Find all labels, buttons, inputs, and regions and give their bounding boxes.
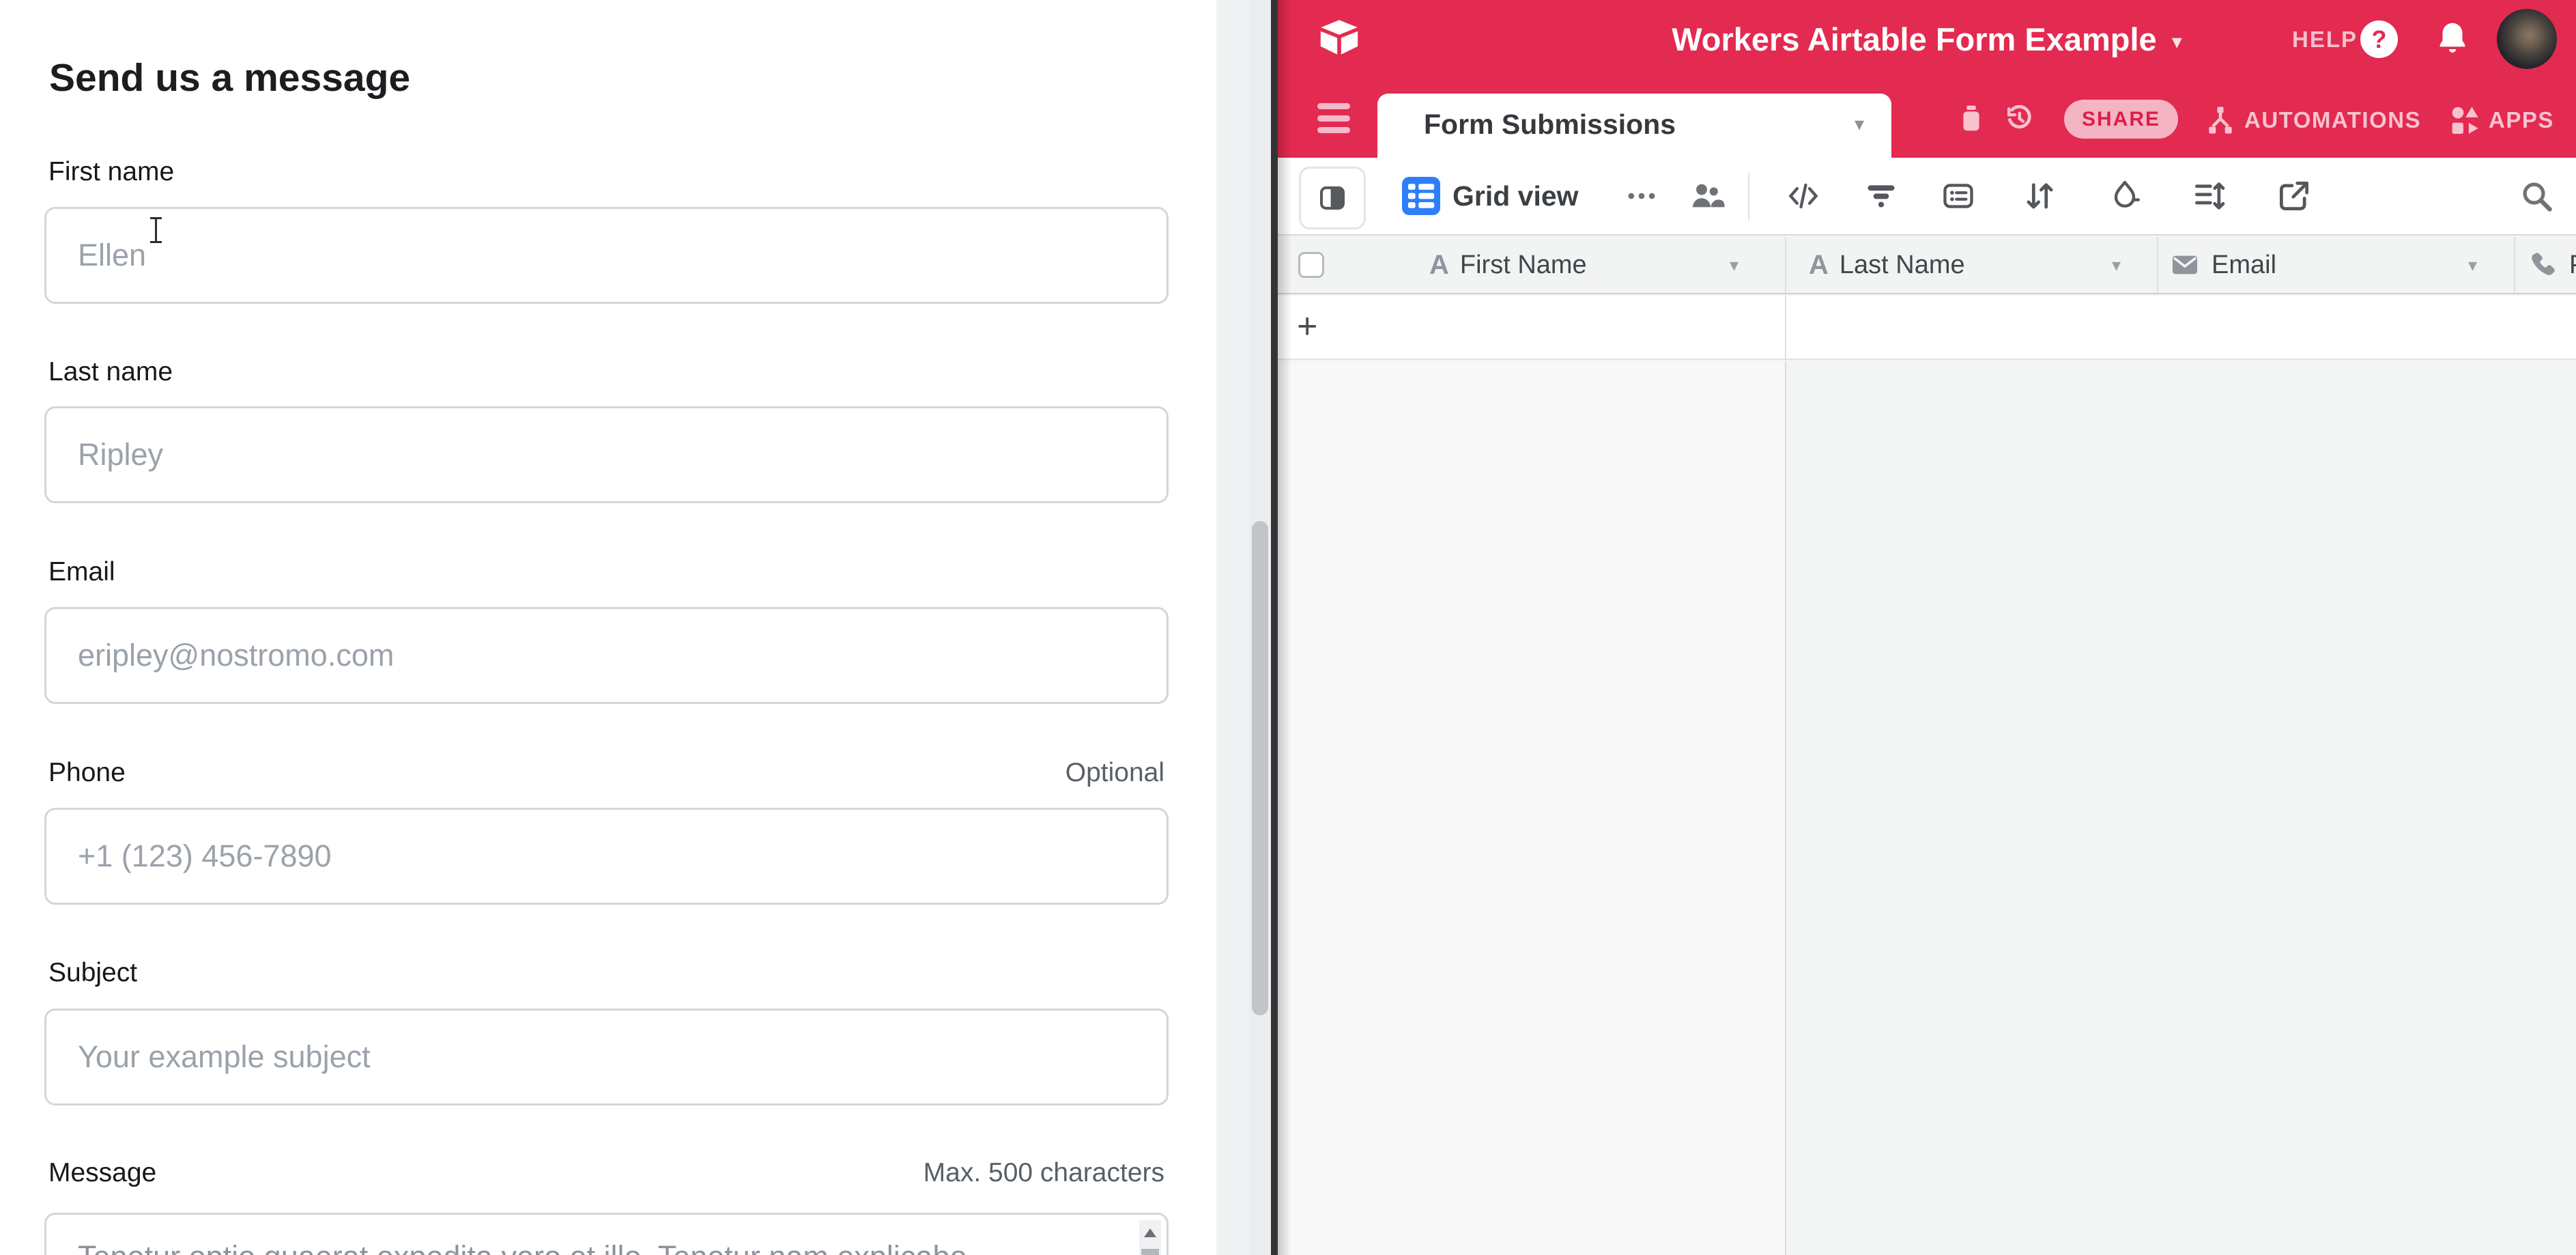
history-icon[interactable]: [2003, 102, 2035, 135]
tables-menu-icon[interactable]: [1317, 103, 1350, 133]
first-name-label-row: First name: [44, 156, 1169, 188]
automations-icon: [2203, 103, 2237, 137]
column-header-email[interactable]: Email: [2169, 237, 2276, 293]
first-name-input[interactable]: [44, 207, 1169, 304]
user-avatar[interactable]: [2497, 9, 2557, 69]
window-divider: [1271, 0, 1278, 1255]
column-divider[interactable]: [2514, 237, 2515, 293]
notifications-bell-icon[interactable]: [2433, 18, 2472, 58]
scroll-up-arrow-icon[interactable]: [1144, 1228, 1156, 1237]
automations-button[interactable]: AUTOMATIONS: [2203, 103, 2421, 137]
phone-label-row: Phone Optional: [44, 757, 1169, 789]
primary-column-background: [1278, 361, 1785, 1255]
last-name-label-row: Last name: [44, 356, 1169, 389]
text-field-icon: A: [1429, 250, 1449, 281]
select-all-checkbox[interactable]: [1298, 252, 1324, 278]
message-textarea[interactable]: Tenetur optio quaerat expedita vero et i…: [44, 1213, 1169, 1255]
chevron-down-icon[interactable]: ▾: [2112, 237, 2121, 293]
toolbar-divider: [1748, 173, 1749, 221]
phone-field-icon: [2527, 249, 2558, 281]
table-tab-bar: Form Submissions ▾ SHARE AUTO: [1278, 79, 2576, 158]
column-divider: [1785, 296, 1786, 358]
message-label: Message: [48, 1157, 156, 1189]
color-icon[interactable]: [2107, 178, 2143, 214]
sort-icon[interactable]: [2022, 178, 2057, 214]
apps-button[interactable]: APPS: [2448, 103, 2554, 137]
contact-form-pane: Send us a message First name Last name E…: [0, 0, 1271, 1255]
message-maxchars-note: Max. 500 characters: [924, 1157, 1164, 1189]
form-title: Send us a message: [49, 55, 410, 101]
page-scroll-gutter: [1216, 0, 1249, 1255]
column-header-last-name[interactable]: A Last Name: [1809, 237, 1965, 293]
help-question-icon[interactable]: ?: [2360, 20, 2398, 58]
table-tab-label: Form Submissions: [1424, 94, 1676, 155]
text-field-icon: A: [1809, 250, 1829, 281]
email-field-icon: [2169, 249, 2201, 281]
chevron-down-icon[interactable]: ▾: [1855, 94, 1864, 155]
first-name-label: First name: [48, 156, 174, 188]
chevron-down-icon[interactable]: ▾: [2468, 237, 2477, 293]
screen: Send us a message First name Last name E…: [0, 0, 2576, 1255]
add-record-plus-icon[interactable]: +: [1297, 296, 1317, 357]
chevron-down-icon[interactable]: ▾: [1730, 237, 1738, 293]
grid-view-icon[interactable]: [1402, 177, 1440, 215]
apps-label: APPS: [2489, 107, 2554, 133]
base-title: Workers Airtable Form Example: [1672, 20, 2156, 58]
airtable-topbar: Workers Airtable Form Example ▾ HELP ?: [1278, 0, 2576, 79]
column-divider: [1785, 361, 1786, 1255]
subject-label: Subject: [48, 957, 137, 989]
filter-icon[interactable]: [1863, 178, 1899, 214]
message-text: Tenetur optio quaerat expedita vero et i…: [78, 1239, 967, 1255]
textarea-scrollbar[interactable]: [1139, 1220, 1161, 1255]
share-view-icon[interactable]: [2276, 178, 2312, 214]
email-input[interactable]: [44, 607, 1169, 704]
airtable-pane: Workers Airtable Form Example ▾ HELP ? F…: [1278, 0, 2576, 1255]
collaborators-icon[interactable]: [1687, 177, 1726, 215]
grid-empty-area: [1278, 361, 2576, 1255]
last-name-input[interactable]: [44, 406, 1169, 503]
subject-label-row: Subject: [44, 957, 1169, 989]
row-height-icon[interactable]: [2192, 178, 2227, 214]
last-name-label: Last name: [48, 356, 173, 389]
view-options-ellipsis-icon[interactable]: [1624, 178, 1659, 214]
phone-optional-note: Optional: [1065, 757, 1164, 789]
apps-icon: [2448, 103, 2482, 137]
view-sidebar-toggle-button[interactable]: [1299, 167, 1366, 229]
table-header-row: A First Name ▾ A Last Name ▾ Email ▾: [1278, 237, 2576, 294]
tab-form-submissions[interactable]: Form Submissions ▾: [1377, 94, 1891, 158]
automations-label: AUTOMATIONS: [2244, 107, 2421, 133]
search-icon[interactable]: [2519, 178, 2554, 214]
add-record-row[interactable]: +: [1278, 296, 2576, 360]
column-divider[interactable]: [2157, 237, 2158, 293]
group-icon[interactable]: [1941, 178, 1976, 214]
email-label-row: Email: [44, 556, 1169, 589]
column-header-first-name[interactable]: A First Name: [1429, 237, 1587, 293]
page-scrollbar-thumb[interactable]: [1252, 521, 1268, 1015]
phone-input[interactable]: [44, 808, 1169, 905]
message-label-row: Message Max. 500 characters: [44, 1157, 1169, 1189]
column-header-phone[interactable]: Phone: [2527, 237, 2576, 293]
view-toolbar: Grid view: [1278, 158, 2576, 236]
sidebar-panel-icon: [1316, 182, 1349, 214]
email-label: Email: [48, 556, 115, 589]
subject-input[interactable]: [44, 1009, 1169, 1105]
hide-fields-icon[interactable]: [1786, 178, 1821, 214]
text-cursor-icon: [155, 217, 157, 243]
share-button[interactable]: SHARE: [2064, 100, 2178, 139]
textarea-scrollbar-thumb[interactable]: [1141, 1249, 1159, 1255]
view-name[interactable]: Grid view: [1452, 158, 1579, 234]
phone-label: Phone: [48, 757, 126, 789]
help-button[interactable]: HELP: [2292, 0, 2358, 79]
chevron-down-icon: ▾: [2172, 25, 2182, 54]
trash-icon[interactable]: [1955, 102, 1988, 135]
column-divider[interactable]: [1785, 237, 1786, 293]
